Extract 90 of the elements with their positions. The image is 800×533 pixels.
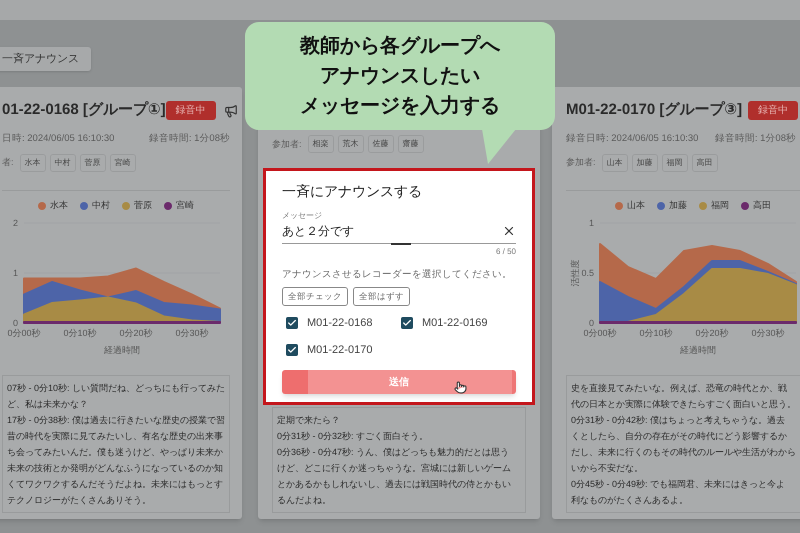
legend-label: 福岡 xyxy=(711,199,729,212)
legend-label: 宮崎 xyxy=(176,199,194,212)
participant-chip: 齋藤 xyxy=(398,135,424,154)
transcript-line: るんだよね。 xyxy=(277,494,332,508)
participant-chip: 加藤 xyxy=(632,154,658,172)
transcript-line: だし、未来に行くのもその時代のルールや生活がわから xyxy=(571,446,797,460)
transcript-line: テクノロジーがたくさんありそう。 xyxy=(7,494,152,508)
y-tick-label: 0.5 xyxy=(581,268,594,278)
legend-label: 水本 xyxy=(50,199,68,212)
message-value: あと２分です xyxy=(282,223,354,240)
x-axis-title: 経過時間 xyxy=(680,344,716,354)
recorder-option-label: M01-22-0170 xyxy=(307,342,372,358)
transcript-line: 未来の技術とか発明がどんなふうになっているのか知 xyxy=(7,462,224,476)
participant-chip: 福岡 xyxy=(662,154,688,172)
y-tick-label: 0 xyxy=(12,318,18,328)
transcript-line: けど、どこに行くか迷っちゃうな。宮城には新しいゲーム xyxy=(277,462,512,476)
legend-label: 高田 xyxy=(753,199,771,212)
recorder-option-label: M01-22-0169 xyxy=(422,316,488,331)
x-tick-label: 0分30秒 xyxy=(751,328,785,338)
clear-icon[interactable] xyxy=(502,224,516,238)
transcript-line: くてワクワクするんだそうだよね。未来にはもっとす xyxy=(7,478,224,492)
transcript-line: 0分36秒 - 0分47秒: うん、僕はどっちも魅力的だとは思う xyxy=(277,446,510,460)
dialog-title: 一斉にアナウンスする xyxy=(282,182,423,201)
legend-label: 中村 xyxy=(92,199,110,212)
uncheck-all-button[interactable]: 全部はずす xyxy=(353,287,410,306)
participant-chip: 菅原 xyxy=(80,154,106,172)
y-tick-label: 2 xyxy=(12,218,18,228)
transcript-line: 利なものがたくさんあるよ。 xyxy=(571,494,689,508)
recording-duration: 録音時間: 1分08秒 xyxy=(148,132,230,146)
participants-label: 参加者: xyxy=(272,138,302,150)
y-tick-label: 1 xyxy=(12,268,18,278)
x-tick-label: 0分30秒 xyxy=(175,328,209,338)
participant-chip: 宮崎 xyxy=(110,154,136,172)
legend-label: 菅原 xyxy=(134,199,152,212)
x-tick-label: 0分10秒 xyxy=(639,328,673,338)
callout-text: 教師から各グループへ xyxy=(300,34,500,59)
hand-cursor-icon xyxy=(454,381,467,394)
check-all-button[interactable]: 全部チェック xyxy=(282,287,348,306)
y-axis-title: 活性度 xyxy=(570,259,580,286)
participant-chip: 高田 xyxy=(692,154,718,172)
transcript-line: ど、私は未来かな？ xyxy=(7,398,89,412)
recording-badge: 録音中 xyxy=(748,101,798,120)
transcript-line: 昔の時代を実際に見てみたいし、有名な歴史の出来事 xyxy=(7,430,224,444)
megaphone-icon[interactable] xyxy=(224,104,238,118)
participant-chip: 荒木 xyxy=(338,135,364,154)
checkbox[interactable] xyxy=(286,344,298,356)
x-axis-title: 経過時間 xyxy=(104,344,140,354)
instruction-text: アナウンスさせるレコーダーを選択してください。 xyxy=(282,268,513,282)
transcript-line: 史を直接見てみたいな。例えば、恐竜の時代とか、戦 xyxy=(571,382,788,396)
participant-chip: 佐藤 xyxy=(368,135,394,154)
x-tick-label: 0分10秒 xyxy=(63,328,97,338)
recorder-title: 01-22-0168 [グループ①] xyxy=(2,100,166,120)
participant-chip: 水本 xyxy=(20,154,46,172)
transcript-line: 代の日本とか実際に体験できたらすごく面白いと思う。 xyxy=(571,398,797,412)
y-tick-label: 0 xyxy=(588,318,594,328)
recorder-option-label: M01-22-0168 xyxy=(307,316,372,331)
transcript-line: いから不安だな。 xyxy=(571,462,644,476)
participants-label: 参加者: xyxy=(566,156,596,170)
transcript-line: 07秒 - 0分10秒: しい質問だね、どっちにも行ってみた xyxy=(7,382,225,396)
callout-text: アナウンスしたい xyxy=(320,64,480,89)
participants-label: 者: xyxy=(2,156,14,170)
legend-label: 山本 xyxy=(627,199,645,212)
participant-chip: 山本 xyxy=(602,154,628,172)
recording-date: 録音日時: 2024/06/05 16:10:30 xyxy=(566,132,698,146)
announce-all-button[interactable]: 一斉アナウンス xyxy=(0,47,91,72)
recording-badge: 録音中 xyxy=(166,101,216,120)
recorder-title: M01-22-0170 [グループ③] xyxy=(566,100,742,120)
checkbox[interactable] xyxy=(401,317,413,330)
x-tick-label: 0分20秒 xyxy=(119,328,153,338)
transcript-line: 17秒 - 0分38秒: 僕は過去に行きたいな歴史の授業で習 xyxy=(7,414,225,428)
legend-label: 加藤 xyxy=(669,199,687,212)
transcript-line: 0分45秒 - 0分49秒: でも福岡君、未来にはきっと今よ xyxy=(571,478,786,492)
recording-date: 日時: 2024/06/05 16:10:30 xyxy=(2,132,114,146)
checkbox[interactable] xyxy=(286,317,298,330)
transcript-line: ち会ってみたいんだ。僕も迷うけど、やっぱり未来か xyxy=(7,446,224,460)
transcript-line: 0分31秒 - 0分32秒: すごく面白そう。 xyxy=(277,430,430,444)
x-tick-label: 0分20秒 xyxy=(695,328,729,338)
transcript-line: 0分31秒 - 0分42秒: 僕はちょっと考えちゃうな。過去 xyxy=(571,414,786,428)
field-label: メッセージ xyxy=(282,210,323,222)
transcript-line: 定期で来たら？ xyxy=(277,414,341,428)
participant-chip: 中村 xyxy=(50,154,76,172)
y-tick-label: 1 xyxy=(588,218,594,228)
participant-chip: 相楽 xyxy=(308,135,334,154)
transcript-line: とかあるかもしれないし、過去には戦国時代の侍とかもい xyxy=(277,478,512,492)
x-tick-label: 0分00秒 xyxy=(7,328,41,338)
callout-text: メッセージを入力する xyxy=(300,94,500,119)
recording-duration: 録音時間: 1分08秒 xyxy=(714,132,796,146)
character-counter: 6 / 50 xyxy=(496,246,516,258)
x-tick-label: 0分00秒 xyxy=(583,328,617,338)
transcript-line: くとしたら、自分の存在がその時代にどう影響するか xyxy=(571,430,788,444)
